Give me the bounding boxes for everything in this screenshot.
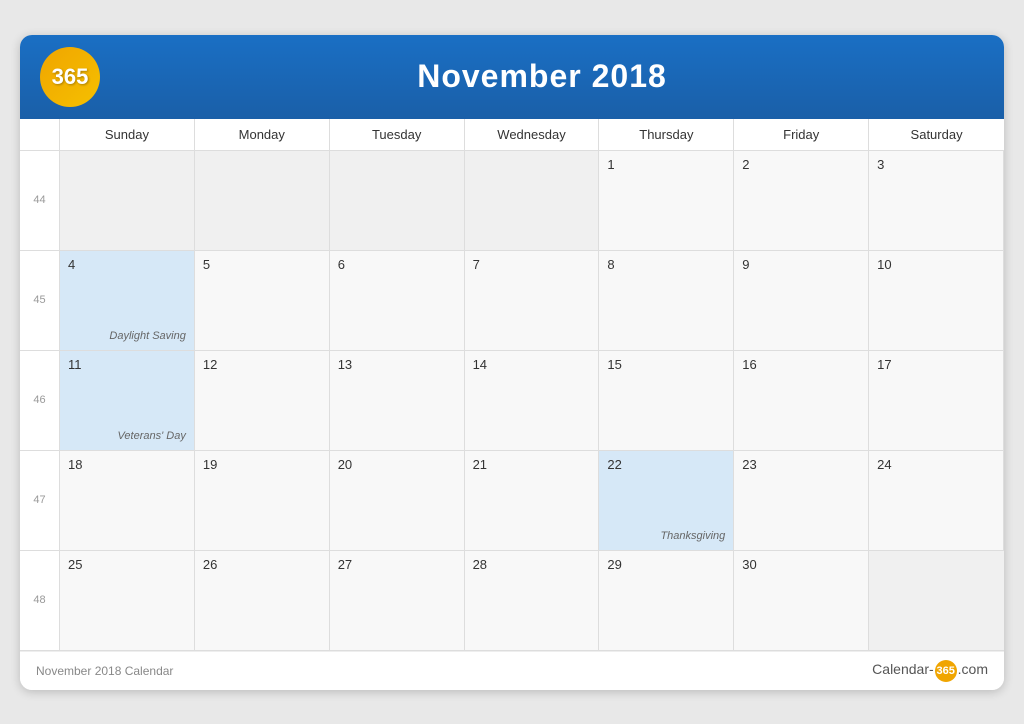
cell-date-number: 28 <box>473 557 591 572</box>
calendar-cell-6: 6 <box>330 251 465 351</box>
calendar-cell-8: 8 <box>599 251 734 351</box>
cell-date-number: 2 <box>742 157 860 172</box>
cell-date-number: 10 <box>877 257 995 272</box>
cell-date-number: 15 <box>607 357 725 372</box>
calendar-cell-5: 5 <box>195 251 330 351</box>
calendar-container: 365 November 2018 SundayMondayTuesdayWed… <box>20 35 1004 690</box>
calendar-cell-21: 21 <box>465 451 600 551</box>
cell-date-number: 11 <box>68 357 186 372</box>
calendar-cell-17: 17 <box>869 351 1004 451</box>
calendar-title: November 2018 <box>100 58 984 95</box>
calendar-cell-30: 30 <box>734 551 869 651</box>
calendar-cell-empty <box>330 151 465 251</box>
cell-date-number: 4 <box>68 257 186 272</box>
calendar-grid: 44123454Daylight Saving56789104611Vetera… <box>20 151 1004 651</box>
calendar-cell-10: 10 <box>869 251 1004 351</box>
calendar-cell-15: 15 <box>599 351 734 451</box>
cell-date-number: 20 <box>338 457 456 472</box>
cell-date-number: 13 <box>338 357 456 372</box>
day-header-sunday: Sunday <box>60 119 195 150</box>
calendar-cell-empty <box>195 151 330 251</box>
calendar-cell-13: 13 <box>330 351 465 451</box>
calendar-cell-9: 9 <box>734 251 869 351</box>
week-label-48: 48 <box>20 551 60 651</box>
cell-date-number: 7 <box>473 257 591 272</box>
cell-date-number: 6 <box>338 257 456 272</box>
calendar-cell-16: 16 <box>734 351 869 451</box>
calendar-cell-empty <box>465 151 600 251</box>
brand-suffix: .com <box>958 661 988 677</box>
cell-date-number: 17 <box>877 357 995 372</box>
day-header-thursday: Thursday <box>599 119 734 150</box>
calendar-cell-4: 4 Daylight Saving <box>60 251 195 351</box>
calendar-cell-19: 19 <box>195 451 330 551</box>
calendar-cell-20: 20 <box>330 451 465 551</box>
calendar-cell-3: 3 <box>869 151 1004 251</box>
cell-date-number: 16 <box>742 357 860 372</box>
cell-date-number: 29 <box>607 557 725 572</box>
cell-date-number: 19 <box>203 457 321 472</box>
calendar-body: SundayMondayTuesdayWednesdayThursdayFrid… <box>20 119 1004 651</box>
calendar-cell-empty <box>869 551 1004 651</box>
calendar-cell-22: 22 Thanksgiving <box>599 451 734 551</box>
cell-date-number: 25 <box>68 557 186 572</box>
calendar-cell-18: 18 <box>60 451 195 551</box>
week-label-44: 44 <box>20 151 60 251</box>
cell-date-number: 30 <box>742 557 860 572</box>
footer-brand: Calendar-365.com <box>872 660 988 682</box>
brand-365-badge: 365 <box>935 660 957 682</box>
day-headers-row: SundayMondayTuesdayWednesdayThursdayFrid… <box>20 119 1004 151</box>
cell-date-number: 12 <box>203 357 321 372</box>
calendar-cell-28: 28 <box>465 551 600 651</box>
calendar-cell-27: 27 <box>330 551 465 651</box>
cell-event-label: Thanksgiving <box>660 530 725 542</box>
calendar-cell-14: 14 <box>465 351 600 451</box>
cell-date-number: 18 <box>68 457 186 472</box>
day-header-friday: Friday <box>734 119 869 150</box>
cell-date-number: 1 <box>607 157 725 172</box>
day-header-tuesday: Tuesday <box>330 119 465 150</box>
logo-circle: 365 <box>40 47 100 107</box>
cell-date-number: 8 <box>607 257 725 272</box>
calendar-cell-7: 7 <box>465 251 600 351</box>
cell-date-number: 26 <box>203 557 321 572</box>
calendar-cell-23: 23 <box>734 451 869 551</box>
calendar-cell-26: 26 <box>195 551 330 651</box>
week-label-47: 47 <box>20 451 60 551</box>
cell-date-number: 3 <box>877 157 995 172</box>
calendar-cell-24: 24 <box>869 451 1004 551</box>
brand-text: Calendar- <box>872 661 933 677</box>
cell-date-number: 24 <box>877 457 995 472</box>
calendar-cell-empty <box>60 151 195 251</box>
day-header-monday: Monday <box>195 119 330 150</box>
calendar-cell-11: 11 Veterans' Day <box>60 351 195 451</box>
cell-date-number: 27 <box>338 557 456 572</box>
cell-date-number: 21 <box>473 457 591 472</box>
calendar-cell-1: 1 <box>599 151 734 251</box>
calendar-footer: November 2018 Calendar Calendar-365.com <box>20 651 1004 690</box>
cell-date-number: 9 <box>742 257 860 272</box>
calendar-cell-2: 2 <box>734 151 869 251</box>
cell-date-number: 22 <box>607 457 725 472</box>
day-header-wednesday: Wednesday <box>465 119 600 150</box>
logo-text: 365 <box>52 64 89 90</box>
week-label-header <box>20 119 60 150</box>
calendar-header: 365 November 2018 <box>20 35 1004 119</box>
cell-date-number: 23 <box>742 457 860 472</box>
week-label-45: 45 <box>20 251 60 351</box>
week-label-46: 46 <box>20 351 60 451</box>
calendar-cell-25: 25 <box>60 551 195 651</box>
cell-date-number: 5 <box>203 257 321 272</box>
cell-event-label: Daylight Saving <box>109 330 185 342</box>
footer-caption: November 2018 Calendar <box>36 664 173 678</box>
calendar-cell-12: 12 <box>195 351 330 451</box>
cell-date-number: 14 <box>473 357 591 372</box>
day-header-saturday: Saturday <box>869 119 1004 150</box>
calendar-cell-29: 29 <box>599 551 734 651</box>
cell-event-label: Veterans' Day <box>118 430 186 442</box>
